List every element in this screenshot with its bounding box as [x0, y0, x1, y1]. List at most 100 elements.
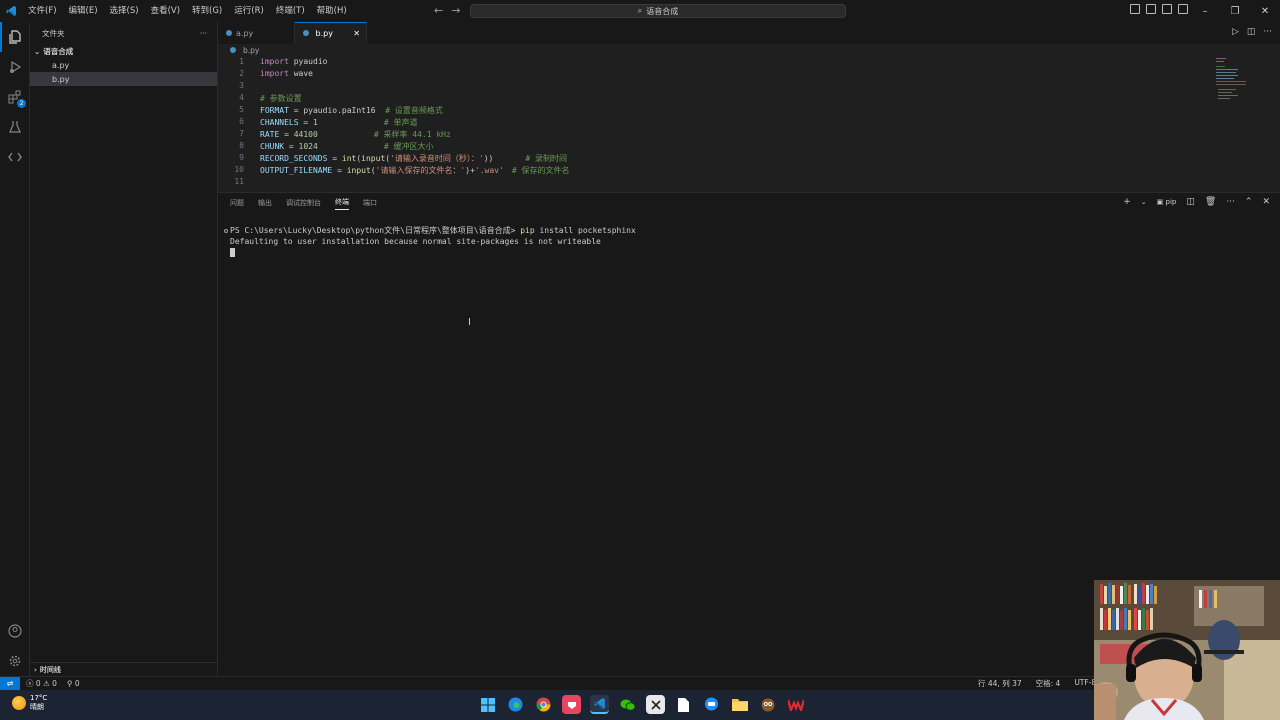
maximize-panel-chevron-up-icon[interactable]: ⌃ — [1245, 197, 1253, 207]
line-number: 5 — [239, 105, 244, 114]
tab-ports[interactable]: 端口 — [363, 198, 377, 208]
remote-code-icon[interactable] — [0, 142, 30, 172]
wechat-icon[interactable] — [618, 695, 637, 714]
remote-indicator-icon[interactable]: ⇌ — [0, 676, 20, 691]
tab-debug-console[interactable]: 调试控制台 — [286, 198, 321, 208]
run-debug-icon[interactable] — [0, 52, 30, 82]
status-right: 行 44, 列 37 空格: 4 UTF-8 — [978, 678, 1096, 689]
terminal-prompt: PS C:\Users\Lucky\Desktop\python文件\日常程序\… — [230, 226, 521, 235]
vscode-taskbar-icon[interactable] — [590, 695, 609, 714]
breadcrumb[interactable]: b.py — [218, 44, 259, 56]
more-actions-icon[interactable]: ··· — [200, 29, 207, 38]
ports-status[interactable]: ⚲ 0 — [67, 679, 80, 688]
more-actions-icon[interactable]: ··· — [1263, 27, 1272, 37]
terminal-output[interactable]: PS C:\Users\Lucky\Desktop\python文件\日常程序\… — [224, 225, 636, 258]
forward-arrow-icon[interactable]: → — [451, 4, 460, 17]
terminal-line: PS C:\Users\Lucky\Desktop\python文件\日常程序\… — [224, 225, 636, 236]
split-terminal-icon[interactable]: ◫ — [1186, 197, 1195, 207]
customize-layout-icon[interactable] — [1178, 4, 1188, 14]
close-tab-icon[interactable]: ✕ — [353, 29, 360, 38]
line-number: 9 — [239, 153, 244, 162]
chevron-down-icon: ⌄ — [34, 46, 41, 56]
problems-status[interactable]: ⓧ 0 ⚠ 0 — [26, 678, 57, 689]
weather-widget[interactable]: 17°C 晴朗 — [12, 694, 47, 712]
restore-icon[interactable]: ❐ — [1220, 6, 1250, 17]
menu-view[interactable]: 查看(V) — [145, 0, 186, 22]
menu-help[interactable]: 帮助(H) — [311, 0, 353, 22]
editor-tabs: a.py b.py ✕ ▷ ◫ ··· — [218, 22, 1280, 44]
minimize-icon[interactable]: – — [1190, 6, 1220, 17]
new-terminal-plus-icon[interactable]: + — [1123, 197, 1131, 207]
tree-file-b[interactable]: b.py — [30, 72, 217, 86]
settings-gear-icon[interactable] — [0, 646, 30, 676]
split-editor-icon[interactable]: ◫ — [1247, 27, 1256, 37]
close-panel-icon[interactable]: ✕ — [1262, 197, 1270, 207]
red-app-icon[interactable] — [562, 695, 581, 714]
chrome-browser-icon[interactable] — [534, 695, 553, 714]
menu-run[interactable]: 运行(R) — [228, 0, 270, 22]
toggle-sidebar-icon[interactable] — [1130, 4, 1140, 14]
extensions-icon[interactable]: 2 — [0, 82, 30, 112]
extensions-badge: 2 — [17, 99, 26, 108]
menu-edit[interactable]: 编辑(E) — [63, 0, 104, 22]
code-editor[interactable]: 1 import pyaudio 2 import wave 3 4 # 参数设… — [218, 56, 1280, 190]
menu-go[interactable]: 转到(G) — [186, 0, 228, 22]
toggle-secondary-sidebar-icon[interactable] — [1162, 4, 1172, 14]
tab-a-py[interactable]: a.py — [218, 22, 295, 44]
sidebar-title-label: 文件夹 — [42, 28, 65, 38]
tab-problems[interactable]: 问题 — [230, 198, 244, 208]
windows-start-icon[interactable] — [478, 695, 497, 714]
terminal-text: Defaulting to user installation because … — [230, 237, 601, 246]
line-number: 4 — [239, 93, 244, 102]
menu-terminal[interactable]: 终端(T) — [270, 0, 311, 22]
code-token: CHANNELS — [260, 118, 299, 127]
menu-selection[interactable]: 选择(S) — [104, 0, 145, 22]
tree-file-a[interactable]: a.py — [30, 58, 217, 72]
chevron-down-icon[interactable]: ⌄ — [1141, 198, 1147, 206]
timeline-section[interactable]: › 时间线 — [30, 662, 218, 676]
tab-output[interactable]: 输出 — [258, 198, 272, 208]
prompt-decoration-icon — [224, 228, 228, 233]
explorer-icon[interactable] — [0, 22, 30, 52]
python-file-icon — [303, 30, 309, 36]
sidebar-title: 文件夹 ··· — [30, 22, 217, 44]
edge-browser-icon[interactable] — [506, 695, 525, 714]
terminal-cursor — [230, 248, 235, 257]
tab-terminal[interactable]: 终端 — [335, 197, 349, 210]
testing-flask-icon[interactable] — [0, 112, 30, 142]
command-center[interactable]: ⌕ 语音合成 — [470, 4, 846, 18]
code-token: FORMAT — [260, 106, 289, 115]
line-number: 8 — [239, 141, 244, 150]
menu-file[interactable]: 文件(F) — [22, 0, 63, 22]
document-app-icon[interactable] — [674, 695, 693, 714]
account-icon[interactable] — [0, 616, 30, 646]
more-actions-icon[interactable]: ··· — [1226, 197, 1235, 207]
terminal-app-icon[interactable] — [646, 695, 665, 714]
tab-b-py[interactable]: b.py ✕ — [295, 22, 367, 44]
close-window-icon[interactable]: ✕ — [1250, 6, 1280, 17]
toggle-panel-icon[interactable] — [1146, 4, 1156, 14]
run-file-icon[interactable]: ▷ — [1232, 27, 1239, 37]
file-explorer-icon[interactable] — [730, 695, 749, 714]
indentation[interactable]: 空格: 4 — [1036, 678, 1061, 689]
line-number: 1 — [239, 57, 244, 66]
minimap[interactable] — [1214, 56, 1264, 106]
code-token: # 采样率 44.1 kHz — [373, 130, 451, 139]
terminal-line: Defaulting to user installation because … — [224, 236, 636, 247]
code-token: # 缓冲区大小 — [383, 142, 434, 151]
wps-office-icon[interactable] — [786, 695, 805, 714]
back-arrow-icon[interactable]: ← — [434, 4, 443, 17]
code-line: 8 CHUNK = 1024 # 缓冲区大小 — [218, 141, 433, 153]
weather-temp: 17°C — [30, 694, 48, 702]
cursor-position[interactable]: 行 44, 列 37 — [978, 678, 1022, 689]
terminal-shell-indicator[interactable]: ▣ pip — [1157, 198, 1177, 206]
encoding[interactable]: UTF-8 — [1074, 678, 1096, 689]
tree-folder-root[interactable]: ⌄ 语音合成 — [30, 44, 217, 58]
command-center-label: 语音合成 — [646, 6, 679, 16]
folder-label: 语音合成 — [43, 46, 74, 56]
trash-icon[interactable]: 🗑 — [1205, 197, 1216, 207]
code-token: '.wav' — [474, 166, 504, 175]
chat-app-icon[interactable] — [702, 695, 721, 714]
owl-app-icon[interactable] — [758, 695, 777, 714]
code-token: 1 — [312, 118, 318, 127]
